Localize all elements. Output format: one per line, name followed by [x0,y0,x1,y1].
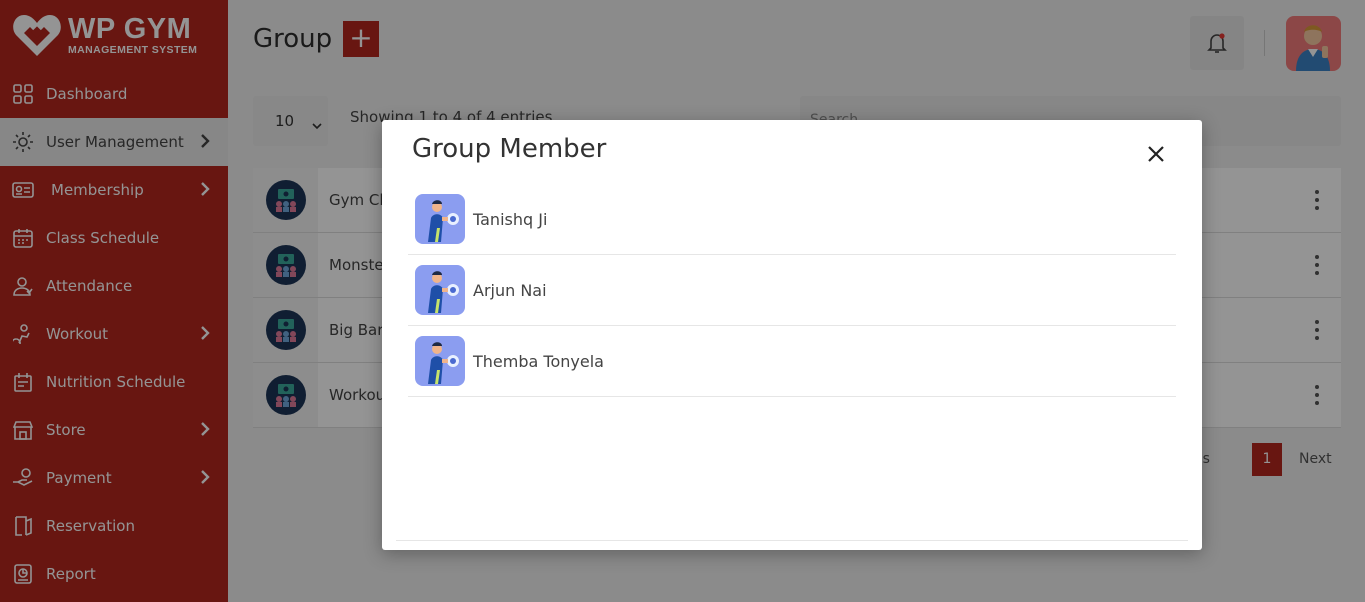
close-icon[interactable] [1146,144,1166,164]
member-avatar [415,265,465,315]
list-item[interactable]: Themba Tonyela [408,326,1176,397]
group-member-modal: Group Member Tanishq Ji Arjun Nai Themba… [382,120,1202,550]
member-list: Tanishq Ji Arjun Nai Themba Tonyela [408,184,1176,397]
list-item[interactable]: Arjun Nai [408,255,1176,326]
member-avatar [415,194,465,244]
member-name: Tanishq Ji [473,209,548,229]
list-item[interactable]: Tanishq Ji [408,184,1176,255]
modal-title: Group Member [412,134,607,164]
member-name: Themba Tonyela [473,351,604,371]
member-name: Arjun Nai [473,280,547,300]
member-avatar [415,336,465,386]
modal-footer-divider [396,540,1188,541]
